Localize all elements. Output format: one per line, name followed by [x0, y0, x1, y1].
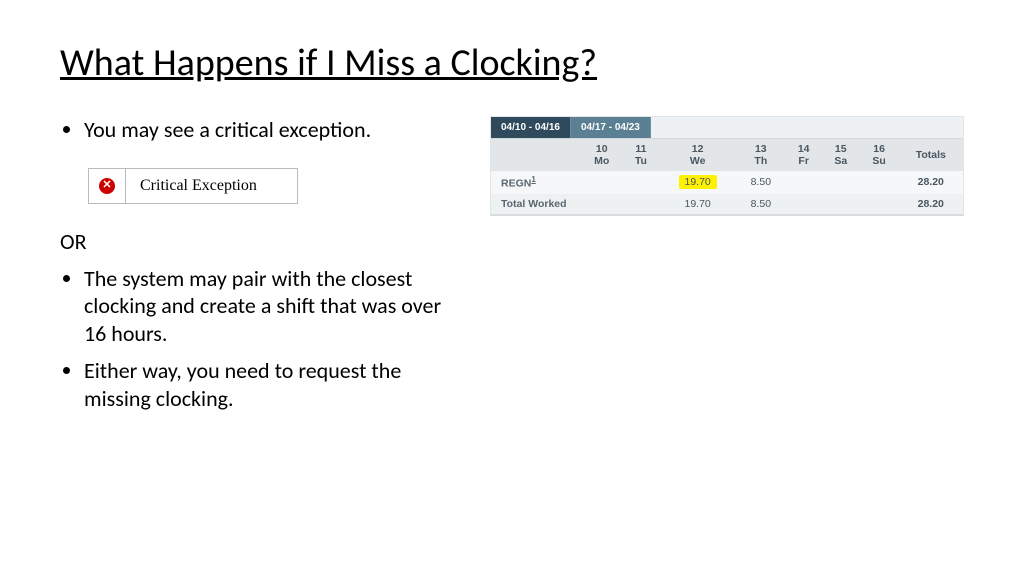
timecard-row-total: 28.20	[899, 194, 963, 214]
timecard-cell	[786, 171, 822, 194]
bullet-item: The system may pair with the closest clo…	[84, 265, 460, 348]
timecard-day-header: 13Th	[736, 139, 786, 171]
timecard-cell	[822, 194, 860, 214]
timecard-row: Total Worked 19.708.50 28.20	[491, 194, 963, 214]
timecard-row-label: REGN1	[491, 171, 581, 194]
timecard-cell	[860, 171, 899, 194]
timecard-row-total: 28.20	[899, 171, 963, 194]
bullet-list-top: You may see a critical exception.	[60, 116, 460, 144]
x-circle-icon: ✕	[99, 178, 115, 194]
timecard-totals-header: Totals	[899, 139, 963, 171]
timecard-day-header: 10Mo	[581, 139, 623, 171]
timecard-cell	[822, 171, 860, 194]
timecard-row-label: Total Worked	[491, 194, 581, 214]
timecard-cell	[581, 194, 623, 214]
timecard-cell: 19.70	[659, 194, 736, 214]
timecard-cell	[623, 171, 660, 194]
timecard-cell: 8.50	[736, 171, 786, 194]
or-label: OR	[60, 228, 460, 255]
timecard-cell	[786, 194, 822, 214]
timecard-cell	[581, 171, 623, 194]
timecard-tab[interactable]: 04/10 - 04/16	[491, 117, 571, 138]
timecard-cell: 8.50	[736, 194, 786, 214]
bullet-item: You may see a critical exception.	[84, 116, 460, 144]
page-title: What Happens if I Miss a Clocking?	[60, 40, 964, 86]
highlighted-value: 19.70	[679, 175, 717, 189]
content-columns: You may see a critical exception. ✕ Crit…	[60, 116, 964, 422]
timecard-cell	[623, 194, 660, 214]
critical-exception-icon-cell: ✕	[89, 169, 126, 203]
critical-exception-label: Critical Exception	[126, 169, 297, 203]
bullet-list-bottom: The system may pair with the closest clo…	[60, 265, 460, 413]
bullet-item: Either way, you need to request the miss…	[84, 357, 460, 412]
right-column: 04/10 - 04/1604/17 - 04/23 10Mo11Tu12We1…	[490, 116, 964, 216]
timecard-cell	[860, 194, 899, 214]
timecard-day-header: 11Tu	[623, 139, 660, 171]
timecard-day-header: 16Su	[860, 139, 899, 171]
timecard-grid: 10Mo11Tu12We13Th14Fr15Sa16SuTotals REGN1…	[491, 139, 963, 214]
timecard-tab[interactable]: 04/17 - 04/23	[571, 117, 651, 138]
timecard-day-header: 15Sa	[822, 139, 860, 171]
timecard-widget: 04/10 - 04/1604/17 - 04/23 10Mo11Tu12We1…	[490, 116, 964, 216]
left-column: You may see a critical exception. ✕ Crit…	[60, 116, 460, 422]
timecard-cell: 19.70	[659, 171, 736, 194]
timecard-row: REGN1 19.70 8.50 28.20	[491, 171, 963, 194]
critical-exception-box: ✕ Critical Exception	[88, 168, 298, 204]
timecard-tabs: 04/10 - 04/1604/17 - 04/23	[491, 117, 963, 139]
timecard-day-header: 12We	[659, 139, 736, 171]
timecard-header-spacer	[491, 139, 581, 171]
timecard-day-header: 14Fr	[786, 139, 822, 171]
